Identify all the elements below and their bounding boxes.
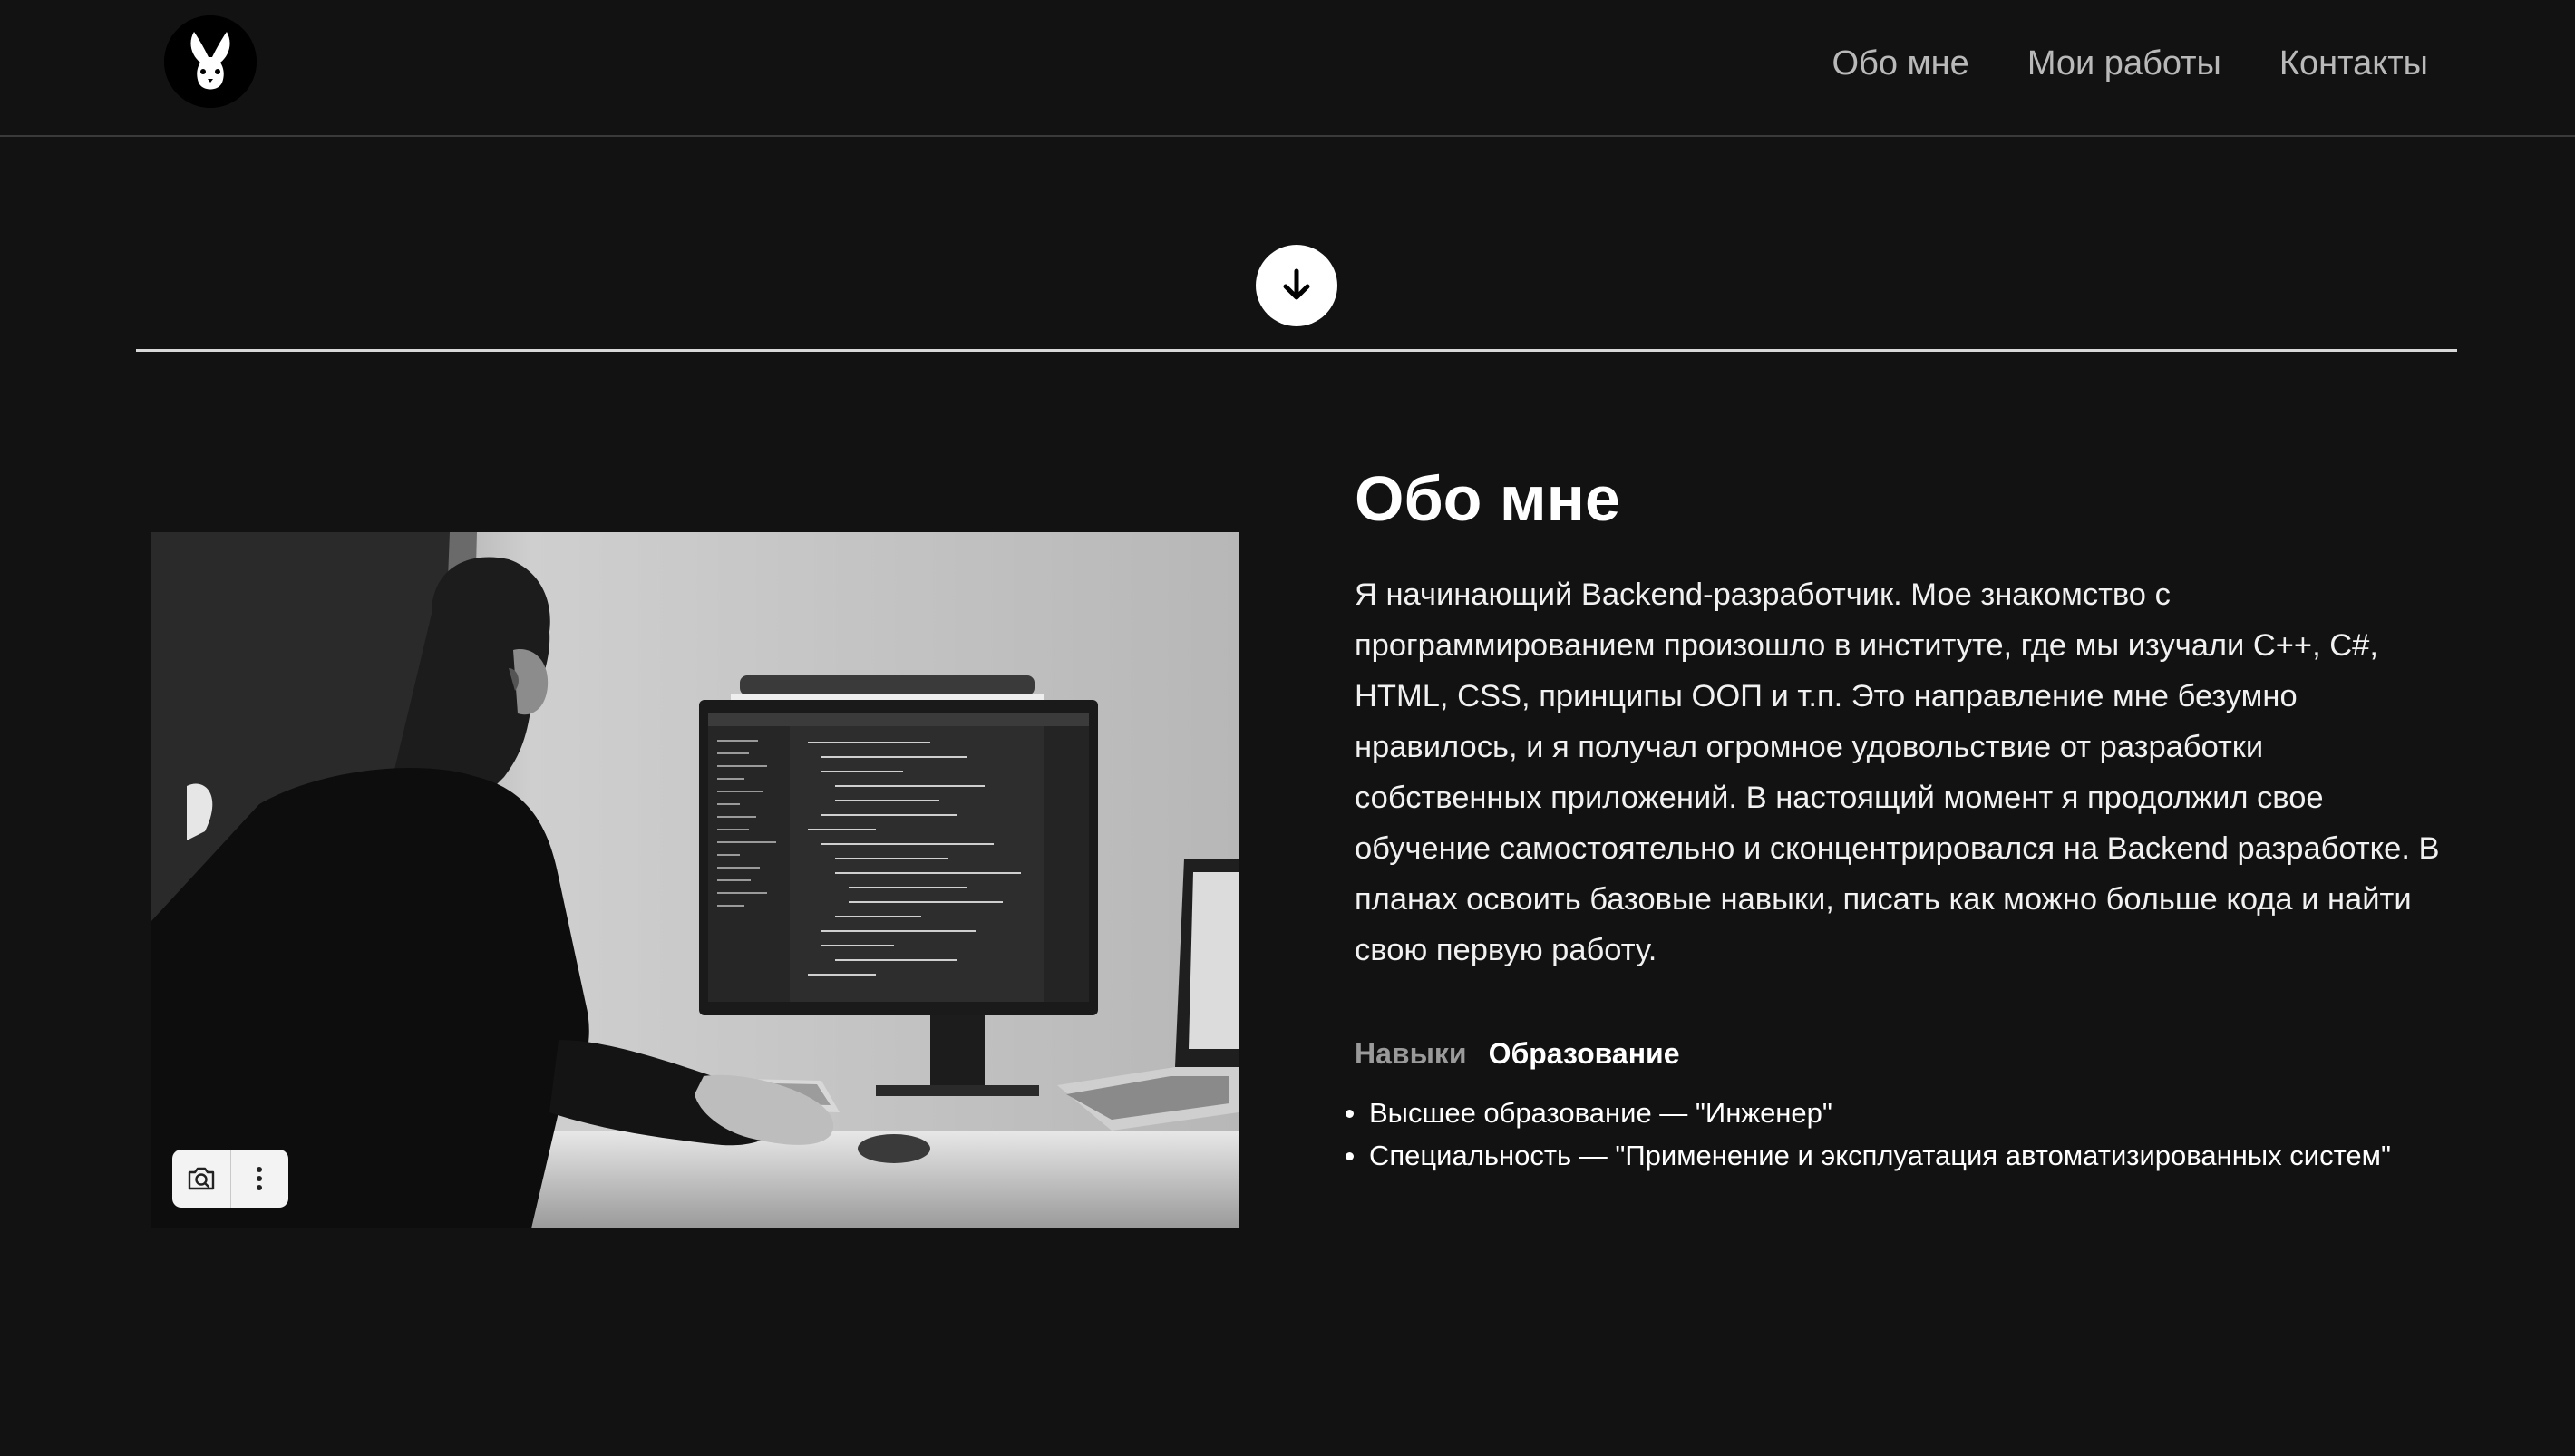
main-nav: Обо мне Мои работы Контакты xyxy=(1832,36,2428,91)
site-header: Обо мне Мои работы Контакты xyxy=(0,0,2575,137)
list-item: Высшее образование — "Инженер" xyxy=(1344,1092,2391,1134)
section-divider xyxy=(136,349,2457,352)
camera-search-icon xyxy=(188,1167,214,1190)
scroll-down-button[interactable] xyxy=(1256,245,1337,326)
nav-link-works[interactable]: Мои работы xyxy=(2027,36,2221,91)
education-list: Высшее образование — "Инженер" Специальн… xyxy=(1344,1092,2391,1177)
about-title: Обо мне xyxy=(1355,463,1620,534)
more-vertical-icon xyxy=(257,1167,263,1190)
nav-link-about[interactable]: Обо мне xyxy=(1832,36,1969,91)
about-photo xyxy=(151,532,1239,1228)
tab-education[interactable]: Образование xyxy=(1489,1037,1680,1071)
list-item: Специальность — "Применение и эксплуатац… xyxy=(1344,1134,2391,1177)
tab-skills[interactable]: Навыки xyxy=(1355,1037,1467,1071)
about-tabs: Навыки Образование xyxy=(1355,1037,1679,1071)
photo-toolbar xyxy=(172,1150,288,1208)
rabbit-logo-icon[interactable] xyxy=(164,15,257,108)
nav-link-contacts[interactable]: Контакты xyxy=(2279,36,2428,91)
arrow-down-icon xyxy=(1283,268,1310,300)
more-options-button[interactable] xyxy=(231,1150,289,1208)
about-description: Я начинающий Backend-разработчик. Мое зн… xyxy=(1355,578,2440,967)
camera-search-button[interactable] xyxy=(172,1150,230,1208)
